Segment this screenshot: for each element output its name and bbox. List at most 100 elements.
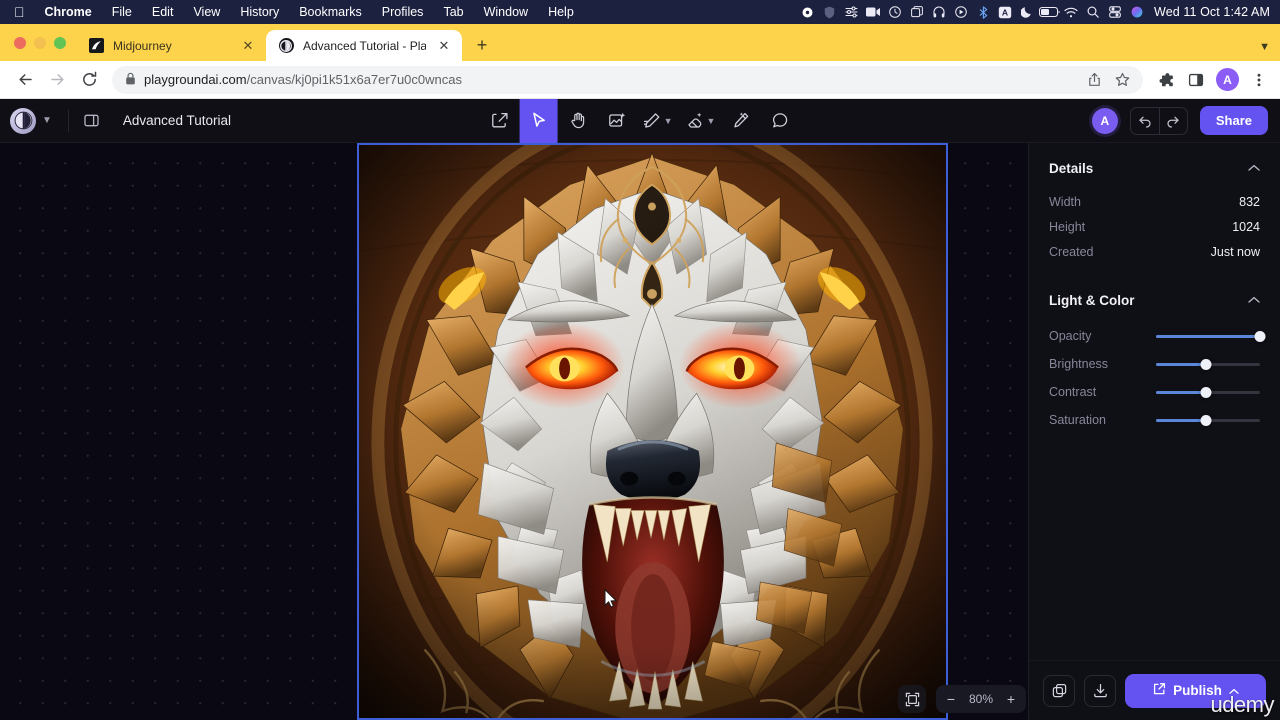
comment-tool[interactable] xyxy=(761,99,799,143)
chevron-up-icon[interactable] xyxy=(1229,683,1239,698)
chevron-down-icon[interactable]: ▼ xyxy=(707,116,716,126)
magic-wand-tool[interactable] xyxy=(722,99,760,143)
chevron-down-icon[interactable]: ▼ xyxy=(1259,41,1270,53)
chrome-profile-avatar[interactable]: A xyxy=(1216,68,1239,91)
forward-arrow-icon[interactable] xyxy=(42,65,72,95)
extensions-puzzle-icon[interactable] xyxy=(1153,67,1179,93)
siri-icon[interactable] xyxy=(1126,0,1148,24)
mouse-pointer-icon xyxy=(604,588,618,613)
tab-close-playground[interactable]: ✕ xyxy=(435,37,453,55)
menu-item-profiles[interactable]: Profiles xyxy=(372,5,434,19)
light-color-section-header[interactable]: Light & Color xyxy=(1049,293,1260,308)
side-panel-icon[interactable] xyxy=(1183,67,1209,93)
chevron-up-icon[interactable] xyxy=(1248,163,1260,175)
bluetooth-icon[interactable] xyxy=(972,0,994,24)
zoom-level-value[interactable]: 80% xyxy=(963,692,999,706)
external-link-icon xyxy=(1152,682,1166,699)
menubar-items: Chrome File Edit View History Bookmarks … xyxy=(35,5,584,19)
redo-arrow-icon[interactable] xyxy=(1158,107,1187,134)
duplicate-icon[interactable] xyxy=(1043,674,1075,707)
menu-item-help[interactable]: Help xyxy=(538,5,584,19)
minimize-window-button[interactable] xyxy=(34,37,46,49)
canvas-area[interactable]: − 80% + xyxy=(0,143,1028,720)
undo-arrow-icon[interactable] xyxy=(1131,108,1159,134)
record-dot-icon[interactable] xyxy=(796,0,818,24)
close-window-button[interactable] xyxy=(14,37,26,49)
url-text: playgroundai.com/canvas/kj0pi1k51x6a7er7… xyxy=(144,72,1073,87)
slider-knob[interactable] xyxy=(1200,358,1212,370)
moon-icon[interactable] xyxy=(1016,0,1038,24)
download-icon[interactable] xyxy=(1084,674,1116,707)
play-circle-icon[interactable] xyxy=(950,0,972,24)
history-buttons xyxy=(1129,106,1188,135)
zoom-out-button[interactable]: − xyxy=(939,686,963,712)
shield-icon[interactable] xyxy=(818,0,840,24)
draw-tool[interactable]: ▼ xyxy=(637,99,679,143)
fit-to-screen-icon[interactable] xyxy=(898,685,926,713)
pan-tool[interactable] xyxy=(559,99,597,143)
windows-stack-icon[interactable] xyxy=(906,0,928,24)
apple-logo-icon[interactable]:  xyxy=(14,5,25,19)
slider-label-opacity: Opacity xyxy=(1049,329,1092,343)
document-title[interactable]: Advanced Tutorial xyxy=(123,113,231,128)
tab-close-midjourney[interactable]: ✕ xyxy=(239,37,257,55)
left-panel-toggle-icon[interactable] xyxy=(77,106,107,136)
browser-tab-playground[interactable]: Advanced Tutorial - Playgroun ✕ xyxy=(266,30,462,61)
brightness-slider[interactable] xyxy=(1156,357,1260,371)
canvas-toolbar: ▼ ▼ xyxy=(481,98,800,143)
share-button[interactable]: Share xyxy=(1199,106,1268,135)
saturation-slider[interactable] xyxy=(1156,413,1260,427)
menu-item-file[interactable]: File xyxy=(102,5,142,19)
headphones-icon[interactable] xyxy=(928,0,950,24)
chevron-down-icon[interactable]: ▼ xyxy=(664,116,673,126)
user-avatar[interactable]: A xyxy=(1091,107,1118,134)
import-image-tool[interactable] xyxy=(481,99,519,143)
slider-row-opacity: Opacity xyxy=(1049,322,1266,350)
wifi-icon[interactable] xyxy=(1060,0,1082,24)
slider-knob[interactable] xyxy=(1200,386,1212,398)
control-center-icon[interactable] xyxy=(1104,0,1126,24)
menu-item-bookmarks[interactable]: Bookmarks xyxy=(289,5,372,19)
video-camera-icon[interactable] xyxy=(862,0,884,24)
erase-tool[interactable]: ▼ xyxy=(680,99,722,143)
opacity-slider[interactable] xyxy=(1156,329,1266,343)
generate-image-tool[interactable] xyxy=(598,99,636,143)
menu-item-chrome[interactable]: Chrome xyxy=(35,5,102,19)
contrast-slider[interactable] xyxy=(1156,385,1260,399)
details-section-header[interactable]: Details xyxy=(1049,161,1260,176)
url-bar[interactable]: playgroundai.com/canvas/kj0pi1k51x6a7er7… xyxy=(112,65,1143,94)
battery-icon[interactable] xyxy=(1038,0,1060,24)
slider-knob[interactable] xyxy=(1200,414,1212,426)
menu-item-window[interactable]: Window xyxy=(474,5,538,19)
search-icon[interactable] xyxy=(1082,0,1104,24)
maximize-window-button[interactable] xyxy=(54,37,66,49)
share-icon[interactable] xyxy=(1081,67,1107,93)
slider-row-contrast: Contrast xyxy=(1049,378,1260,406)
select-tool[interactable] xyxy=(519,98,558,143)
brand-menu[interactable]: ▼ xyxy=(10,107,60,134)
clock-icon[interactable] xyxy=(884,0,906,24)
menu-item-tab[interactable]: Tab xyxy=(433,5,473,19)
selected-image-frame[interactable] xyxy=(357,143,948,720)
new-tab-button[interactable]: + xyxy=(468,31,496,59)
chevron-up-icon[interactable] xyxy=(1248,295,1260,307)
publish-button[interactable]: Publish xyxy=(1125,673,1266,708)
menu-item-view[interactable]: View xyxy=(183,5,230,19)
menu-item-history[interactable]: History xyxy=(230,5,289,19)
detail-value-height: 1024 xyxy=(1232,220,1260,234)
sliders-icon[interactable] xyxy=(840,0,862,24)
kebab-menu-icon[interactable] xyxy=(1246,67,1272,93)
chevron-down-icon: ▼ xyxy=(42,115,52,126)
back-arrow-icon[interactable] xyxy=(10,65,40,95)
slider-label-brightness: Brightness xyxy=(1049,357,1109,371)
keyboard-input-icon[interactable]: A xyxy=(994,0,1016,24)
slider-fill xyxy=(1156,418,1206,422)
reload-icon[interactable] xyxy=(74,65,104,95)
wolf-artwork xyxy=(359,145,946,718)
bookmark-star-icon[interactable] xyxy=(1109,67,1135,93)
slider-knob[interactable] xyxy=(1254,330,1266,342)
zoom-in-button[interactable]: + xyxy=(999,686,1023,712)
browser-tab-midjourney[interactable]: Midjourney ✕ xyxy=(76,30,266,61)
menubar-clock[interactable]: Wed 11 Oct 1:42 AM xyxy=(1148,5,1270,19)
menu-item-edit[interactable]: Edit xyxy=(142,5,184,19)
